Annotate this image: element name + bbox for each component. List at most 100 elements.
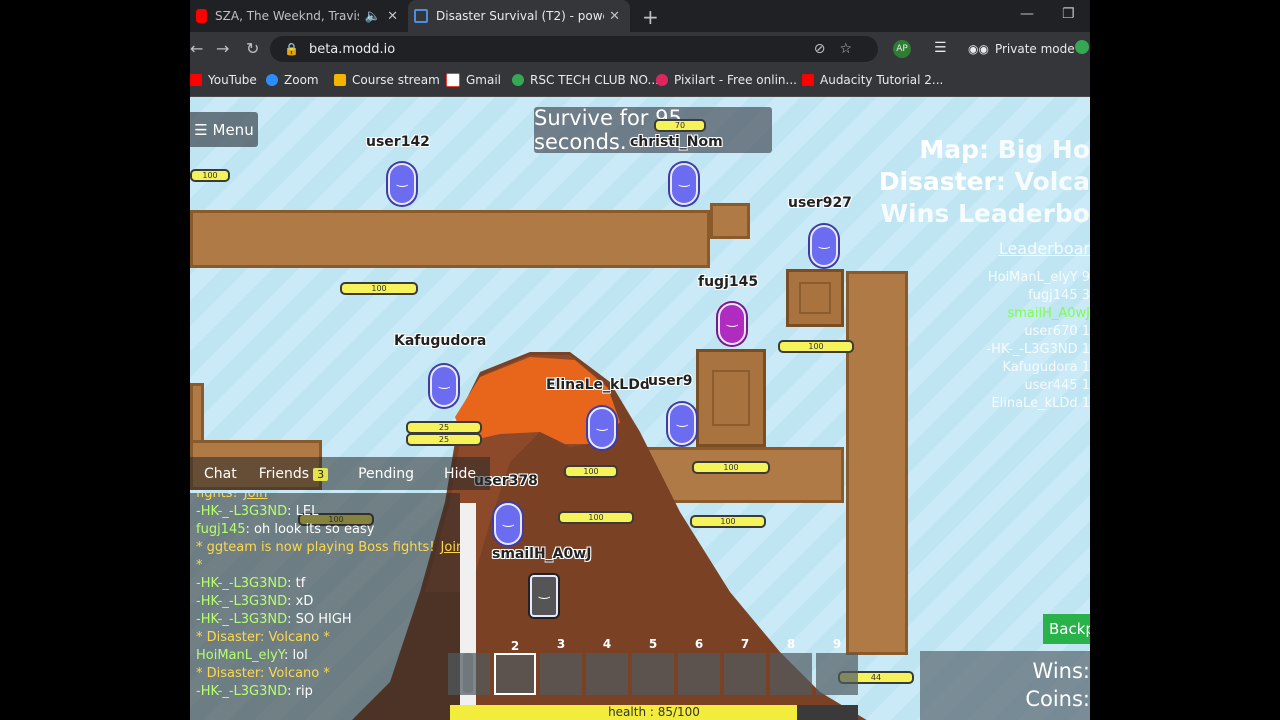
player-name[interactable]: user142 <box>366 134 430 150</box>
close-tab-icon[interactable]: ✕ <box>609 9 620 24</box>
inventory-slot[interactable]: 8 <box>770 637 812 695</box>
forward-icon[interactable]: → <box>216 39 229 58</box>
chat-text: : LEL <box>287 504 319 519</box>
bookmark-label: Gmail <box>466 73 502 87</box>
speaker-icon[interactable]: 🔈 <box>365 9 381 24</box>
chat-text: : SO HIGH <box>287 612 352 627</box>
player-avatar[interactable] <box>670 163 698 205</box>
inventory-slot[interactable]: 9 <box>816 637 858 695</box>
browser-window: SZA, The Weeknd, Travis Scott 🔈 ✕ Disast… <box>190 0 1090 720</box>
chat-tabs: Chat Friends 3 Pending Hide <box>190 457 490 490</box>
player-avatar[interactable] <box>810 225 838 267</box>
inventory-slot[interactable]: 7 <box>724 637 766 695</box>
chat-line: * ggteam is now playing Boss fights! Join <box>196 539 460 557</box>
player-name[interactable]: fugj145 <box>698 274 758 290</box>
player-name[interactable]: user9 <box>648 373 692 389</box>
tab-title: SZA, The Weeknd, Travis Scott <box>215 9 359 23</box>
tab-hide[interactable]: Hide <box>436 466 484 482</box>
player-avatar[interactable] <box>668 403 696 445</box>
health-bar: 100 <box>558 511 634 524</box>
private-mode-indicator[interactable]: ◉◉ Private mode <box>960 38 1083 60</box>
restore-icon[interactable]: ❐ <box>1062 6 1075 22</box>
inventory-slot[interactable]: 3 <box>540 637 582 695</box>
bookmark-zoom[interactable]: Zoom <box>266 73 319 87</box>
chat-line: -HK-_-L3G3ND: tf <box>196 575 460 593</box>
shield-extension-icon[interactable] <box>1075 40 1089 54</box>
minimize-icon[interactable]: — <box>1020 6 1034 22</box>
backpack-button[interactable]: Backp <box>1043 614 1090 644</box>
leaderboard-link[interactable]: Leaderboar <box>999 239 1090 258</box>
bookmark-pixilart[interactable]: Pixilart - Free onlin... <box>656 73 797 87</box>
game-canvas[interactable]: ☰ Menu Survive for 95 seconds. Map: Big … <box>190 97 1090 720</box>
tab-title: Disaster Survival (T2) - powered b <box>436 9 604 23</box>
inventory-slot[interactable]: 5 <box>632 637 674 695</box>
chat-user[interactable]: -HK-_-L3G3ND <box>196 576 287 591</box>
chat-user[interactable]: fugj145 <box>196 522 246 537</box>
mask-icon: ◉◉ <box>968 42 989 56</box>
player-avatar[interactable] <box>494 503 522 545</box>
disaster-value: : Volca <box>995 167 1090 196</box>
chat-user[interactable]: HoiManL_elyY <box>196 648 284 663</box>
chat-user[interactable]: -HK-_-L3G3ND <box>196 594 287 609</box>
tab-friends[interactable]: Friends 3 <box>251 466 336 482</box>
join-link[interactable]: Join <box>441 540 460 555</box>
slot-number: 8 <box>786 637 796 651</box>
chat-user[interactable]: -HK-_-L3G3ND <box>196 504 287 519</box>
bookmark-label: YouTube <box>208 73 257 87</box>
inventory-slot-selected[interactable]: 2 <box>494 639 536 695</box>
bookmark-gmail[interactable]: Gmail <box>446 73 501 87</box>
join-link[interactable]: Join <box>244 493 268 501</box>
tab-youtube[interactable]: SZA, The Weeknd, Travis Scott 🔈 ✕ <box>190 0 408 32</box>
chat-text: : rip <box>287 684 313 699</box>
extension-icon[interactable]: AP <box>893 40 911 58</box>
player-avatar[interactable] <box>430 365 458 407</box>
player-name[interactable]: Kafugudora <box>394 333 486 349</box>
player-avatar[interactable] <box>588 407 616 449</box>
reading-list-icon[interactable]: ☰ <box>934 40 947 56</box>
menu-button[interactable]: ☰ Menu <box>190 112 258 147</box>
omnibox-icons[interactable]: ⊘☆ <box>814 41 866 57</box>
inventory-slot[interactable]: 6 <box>678 637 720 695</box>
slot-number: 4 <box>602 637 612 651</box>
health-text: health : 85/100 <box>608 705 700 719</box>
chat-text: : lol <box>284 648 308 663</box>
inventory-slot[interactable]: 4 <box>586 637 628 695</box>
leaderboard-entry: -HK-_-L3G3ND 1 <box>986 342 1090 357</box>
heart-icon <box>656 74 668 86</box>
player-avatar[interactable] <box>388 163 416 205</box>
tab-pending[interactable]: Pending <box>350 466 422 482</box>
chat-user[interactable]: -HK-_-L3G3ND <box>196 684 287 699</box>
player-name[interactable]: user927 <box>788 195 852 211</box>
coins-label: Coins: <box>1025 687 1090 711</box>
player-health-bar: health : 85/100 <box>450 705 858 720</box>
player-avatar[interactable] <box>530 575 558 617</box>
health-bar: 70 <box>654 119 706 132</box>
player-name[interactable]: christi_Nom <box>630 134 723 150</box>
gmail-icon <box>446 73 460 87</box>
player-avatar[interactable] <box>718 303 746 345</box>
new-tab-icon[interactable]: + <box>642 5 659 29</box>
player-name[interactable]: ElinaLe_kLDd <box>546 377 650 393</box>
tab-disaster-survival[interactable]: Disaster Survival (T2) - powered b ✕ <box>408 0 630 32</box>
player-name[interactable]: smailH_A0wJ <box>492 546 591 562</box>
bookmark-youtube[interactable]: YouTube <box>190 73 257 87</box>
inventory-slot[interactable] <box>448 653 490 695</box>
health-bar: 25 <box>406 433 482 446</box>
disaster-info: Disaster: Volca <box>879 167 1090 196</box>
tab-chat[interactable]: Chat <box>196 466 245 482</box>
bookmark-audacity[interactable]: Audacity Tutorial 2... <box>802 73 943 87</box>
private-mode-label: Private mode <box>994 42 1075 56</box>
health-bar: 100 <box>190 169 230 182</box>
chat-user[interactable]: -HK-_-L3G3ND <box>196 612 287 627</box>
close-tab-icon[interactable]: ✕ <box>387 9 398 24</box>
leaderboard-entry: fugj145 3 <box>1028 288 1090 303</box>
address-bar[interactable]: 🔒 beta.modd.io ⊘☆ <box>270 36 878 62</box>
bookmark-course-stream[interactable]: Course stream <box>334 73 440 87</box>
reload-icon[interactable]: ↻ <box>246 39 259 58</box>
bookmark-rsc-tech-club[interactable]: RSC TECH CLUB NO... <box>512 73 659 87</box>
zoom-icon <box>266 74 278 86</box>
chat-log[interactable]: fights! Join -HK-_-L3G3ND: LEL fugj145: o… <box>190 493 460 720</box>
lock-icon[interactable]: 🔒 <box>284 42 299 56</box>
back-icon[interactable]: ← <box>190 39 203 58</box>
disaster-label: Disaster <box>878 167 996 196</box>
